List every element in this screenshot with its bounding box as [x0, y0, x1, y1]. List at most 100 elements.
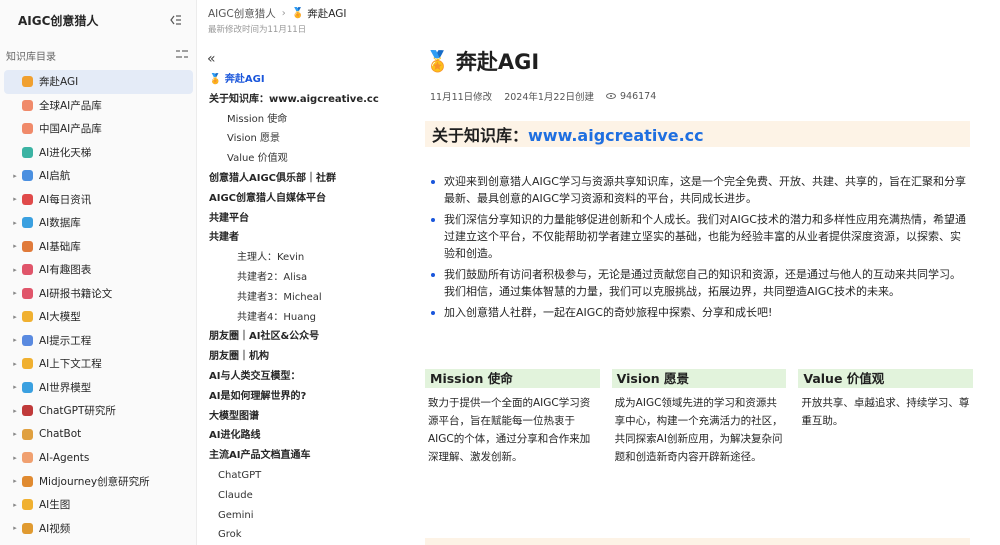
bullet-item: 加入创意猎人社群，一起在AIGC的奇妙旅程中探索、分享和成长吧!	[431, 304, 970, 321]
catalog-list: ▸奔赴AGI▸全球AI产品库▸中国AI产品库▸AI进化天梯▸AI启航▸AI每日资…	[0, 70, 196, 540]
expand-caret-icon[interactable]: ▸	[8, 383, 22, 391]
collapse-sidebar-icon[interactable]	[168, 13, 182, 27]
toc-item[interactable]: 朋友圈｜AI社区&公众号	[198, 327, 388, 347]
toc-item[interactable]: 关于知识库：www.aigcreative.cc	[198, 90, 388, 110]
sidebar-item-label: 奔赴AGI	[39, 76, 79, 89]
toc-item[interactable]: 共建者2：Alisa	[198, 268, 388, 288]
values-cards: Mission 使命 致力于提供一个全面的AIGC学习资源平台，旨在赋能每一位热衷…	[425, 369, 974, 466]
sidebar-item-label: AI数据库	[39, 217, 81, 230]
breadcrumb-root[interactable]: AIGC创意猎人	[208, 6, 276, 21]
expand-caret-icon[interactable]: ▸	[8, 336, 22, 344]
sidebar-item-label: AI启航	[39, 170, 71, 183]
sidebar-item-label: AI研报书籍论文	[39, 287, 113, 300]
toc-item[interactable]: Claude	[198, 486, 388, 506]
toc-item[interactable]: AI进化路线	[198, 426, 388, 446]
sidebar-header: AIGC创意猎人	[0, 0, 196, 40]
bullet-item: 我们深信分享知识的力量能够促进创新和个人成长。我们对AIGC技术的潜力和多样性应…	[431, 211, 970, 262]
toc-item[interactable]: AI与人类交互模型：	[198, 367, 388, 387]
expand-caret-icon[interactable]: ▸	[8, 266, 22, 274]
toc-item[interactable]: 大模型图谱	[198, 407, 388, 427]
sidebar-item-label: AI进化天梯	[39, 146, 92, 159]
toc-item[interactable]: 共建者4：Huang	[198, 308, 388, 328]
toc-item[interactable]: 创意猎人AIGC俱乐部｜社群	[198, 169, 388, 189]
sidebar-item[interactable]: ▸ AI研报书籍论文	[0, 282, 196, 306]
sidebar-item-label: AI提示工程	[39, 334, 92, 347]
sidebar-item[interactable]: ▸AI进化天梯	[0, 141, 196, 165]
toc-item[interactable]: Gemini	[198, 506, 388, 526]
breadcrumb: AIGC创意猎人 › 🏅 奔赴AGI	[208, 6, 990, 21]
toc-item[interactable]: Vision 愿景	[198, 129, 388, 149]
toc-item[interactable]: 🏅 奔赴AGI	[198, 70, 388, 90]
toc-item[interactable]: 共建平台	[198, 209, 388, 229]
about-heading-text: 关于知识库：	[432, 126, 529, 145]
toc-item[interactable]: AI是如何理解世界的?	[198, 387, 388, 407]
expand-caret-icon[interactable]: ▸	[8, 242, 22, 250]
sidebar-item[interactable]: ▸ AI基础库	[0, 235, 196, 259]
sidebar-item[interactable]: ▸ Midjourney创意研究所	[0, 470, 196, 494]
site-link[interactable]: www.aigcreative.cc	[528, 126, 704, 145]
sidebar-item[interactable]: ▸ AI每日资讯	[0, 188, 196, 212]
expand-caret-icon[interactable]: ▸	[8, 407, 22, 415]
expand-caret-icon[interactable]: ▸	[8, 195, 22, 203]
sidebar-item-label: AI世界模型	[39, 381, 92, 394]
mask-icon	[22, 264, 33, 276]
sidebar-item[interactable]: ▸ AI上下文工程	[0, 352, 196, 376]
sidebar-item[interactable]: ▸ AI提示工程	[0, 329, 196, 353]
sidebar-item[interactable]: ▸ AI视频	[0, 517, 196, 541]
emoji-icon	[22, 311, 33, 323]
toc-item[interactable]: ChatGPT	[198, 466, 388, 486]
sidebar-item[interactable]: ▸奔赴AGI	[4, 70, 193, 94]
mask-icon	[22, 287, 33, 299]
sidebar-item[interactable]: ▸ AI启航	[0, 164, 196, 188]
sidebar-item[interactable]: ▸ AI世界模型	[0, 376, 196, 400]
toc-item[interactable]: 主流AI产品文档直通车	[198, 446, 388, 466]
toc-item[interactable]: 主理人：Kevin	[198, 248, 388, 268]
sidebar-item-label: AI-Agents	[39, 451, 90, 464]
brush-icon	[22, 240, 33, 252]
hand-icon	[22, 334, 33, 346]
toc-item[interactable]: Value 价值观	[198, 149, 388, 169]
sidebar-item[interactable]: ▸ AI-Agents	[0, 446, 196, 470]
sidebar-item[interactable]: ▸ AI数据库	[0, 211, 196, 235]
expand-caret-icon[interactable]: ▸	[8, 172, 22, 180]
globe-icon	[22, 381, 33, 393]
expand-caret-icon[interactable]: ▸	[8, 430, 22, 438]
catalog-options-icon[interactable]	[176, 48, 188, 62]
space-title[interactable]: AIGC创意猎人	[18, 12, 98, 29]
sidebar-item[interactable]: ▸ ChatBot	[0, 423, 196, 447]
medal-icon: 🏅	[425, 49, 450, 73]
shield-icon	[22, 405, 33, 417]
toc-item[interactable]: 共建者	[198, 228, 388, 248]
sidebar-item[interactable]: ▸ AI生图	[0, 493, 196, 517]
toc-item[interactable]: 朋友圈｜机构	[198, 347, 388, 367]
eye-icon	[606, 93, 616, 99]
card-body: 开放共享、卓越追求、持续学习、尊重互助。	[801, 397, 970, 427]
expand-caret-icon[interactable]: ▸	[8, 289, 22, 297]
toc-item[interactable]: Grok	[198, 525, 388, 545]
sidebar-item[interactable]: ▸ AI有趣图表	[0, 258, 196, 282]
expand-caret-icon[interactable]: ▸	[8, 524, 22, 532]
expand-caret-icon[interactable]: ▸	[8, 360, 22, 368]
sidebar-item[interactable]: ▸ ChatGPT研究所	[0, 399, 196, 423]
toc-item[interactable]: AIGC创意猎人自媒体平台	[198, 189, 388, 209]
bullet-item: 欢迎来到创意猎人AIGC学习与资源共享知识库，这是一个完全免费、开放、共建、共享…	[431, 173, 970, 207]
toc-item[interactable]: 共建者3：Micheal	[198, 288, 388, 308]
sidebar-item[interactable]: ▸中国AI产品库	[0, 117, 196, 141]
doc-title: 奔赴AGI	[455, 50, 540, 74]
tiger-icon	[22, 522, 33, 534]
view-count: 946174	[620, 90, 657, 102]
expand-caret-icon[interactable]: ▸	[8, 219, 22, 227]
expand-caret-icon[interactable]: ▸	[8, 313, 22, 321]
sidebar: AIGC创意猎人 知识库目录 ▸奔赴AGI▸全球AI产品库▸中国AI产品库▸AI…	[0, 0, 197, 545]
expand-caret-icon[interactable]: ▸	[8, 477, 22, 485]
expand-caret-icon[interactable]: ▸	[8, 454, 22, 462]
value-card: Mission 使命 致力于提供一个全面的AIGC学习资源平台，旨在赋能每一位热衷…	[425, 369, 600, 466]
doc-views: 946174	[606, 91, 656, 102]
sidebar-item[interactable]: ▸ AI大模型	[0, 305, 196, 329]
sidebar-item[interactable]: ▸全球AI产品库	[0, 94, 196, 118]
collapse-toc-icon[interactable]: «	[207, 52, 388, 68]
expand-caret-icon[interactable]: ▸	[8, 501, 22, 509]
toc-item[interactable]: Mission 使命	[198, 110, 388, 130]
breadcrumb-current[interactable]: 奔赴AGI	[307, 6, 346, 21]
card-body: 成为AIGC领域先进的学习和资源共享中心，构建一个充满活力的社区，共同探索AI创…	[614, 397, 783, 463]
